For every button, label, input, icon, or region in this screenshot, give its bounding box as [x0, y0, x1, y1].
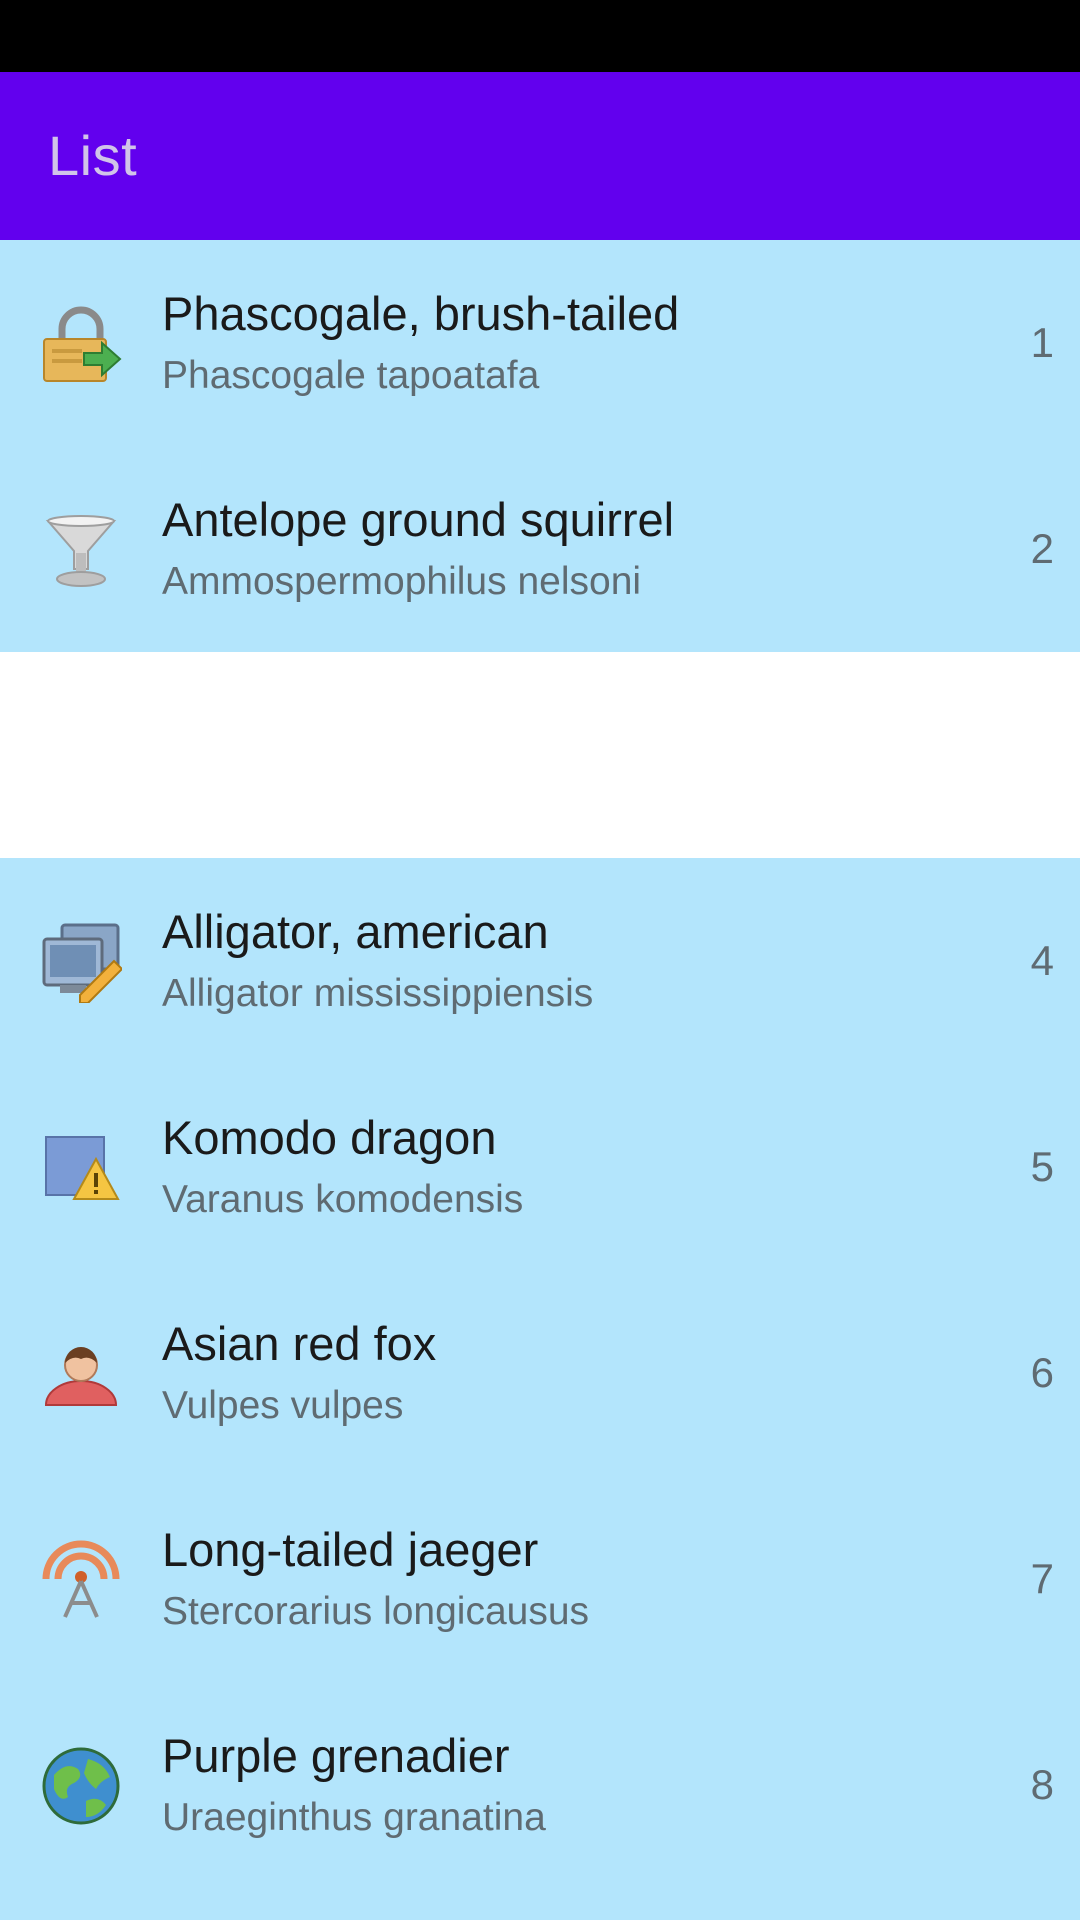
app-title: List	[48, 124, 138, 187]
item-subtitle: Stercorarius longicausus	[162, 1590, 590, 1633]
item-title: Long-tailed jaeger	[162, 1523, 539, 1576]
item-number: 4	[1030, 937, 1054, 984]
item-number: 7	[1030, 1555, 1054, 1602]
item-title: Phascogale, brush-tailed	[162, 287, 680, 340]
item-number: 8	[1030, 1761, 1054, 1808]
item-number: 2	[1030, 525, 1054, 572]
app-bar: List	[0, 72, 1080, 240]
list-item[interactable]: Phascogale, brush-tailed Phascogale tapo…	[0, 240, 1080, 446]
item-title: Purple grenadier	[162, 1729, 510, 1782]
item-title: Antelope ground squirrel	[162, 493, 675, 546]
monitor-edit-icon	[40, 921, 122, 1003]
list-item[interactable]: Long-tailed jaeger Stercorarius longicau…	[0, 1476, 1080, 1682]
list-item[interactable]: Asian red fox Vulpes vulpes 6	[0, 1270, 1080, 1476]
status-bar	[0, 0, 1080, 72]
goblet-icon	[40, 509, 122, 591]
item-subtitle: Ammospermophilus nelsoni	[162, 560, 642, 603]
item-subtitle: Uraeginthus granatina	[162, 1796, 546, 1839]
empty-list-item	[0, 652, 1080, 858]
square-warning-icon	[40, 1127, 122, 1209]
globe-icon	[40, 1745, 122, 1827]
list-item[interactable]: Komodo dragon Varanus komodensis 5	[0, 1064, 1080, 1270]
item-subtitle: Vulpes vulpes	[162, 1384, 404, 1427]
list-item[interactable]: Purple grenadier Uraeginthus granatina 8	[0, 1682, 1080, 1888]
item-number: 5	[1030, 1143, 1054, 1190]
item-subtitle: Phascogale tapoatafa	[162, 354, 540, 397]
item-list[interactable]: Phascogale, brush-tailed Phascogale tapo…	[0, 240, 1080, 1888]
broadcast-tower-icon	[40, 1539, 122, 1621]
item-title: Asian red fox	[162, 1317, 437, 1370]
item-subtitle: Alligator mississippiensis	[162, 972, 594, 1015]
list-item[interactable]: Alligator, american Alligator mississipp…	[0, 858, 1080, 1064]
lock-arrow-icon	[40, 303, 122, 385]
item-number: 6	[1030, 1349, 1054, 1396]
user-icon	[40, 1333, 122, 1415]
item-subtitle: Varanus komodensis	[162, 1178, 524, 1221]
item-title: Komodo dragon	[162, 1111, 497, 1164]
list-item[interactable]: Antelope ground squirrel Ammospermophilu…	[0, 446, 1080, 652]
item-number: 1	[1030, 319, 1054, 366]
item-title: Alligator, american	[162, 905, 549, 958]
